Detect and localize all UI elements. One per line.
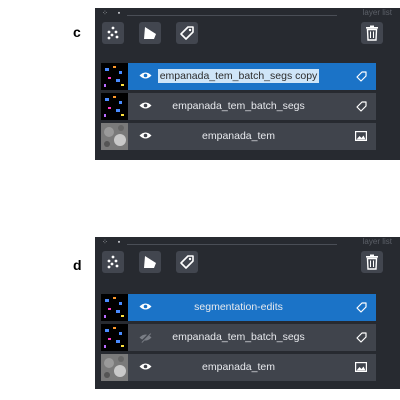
layer-row[interactable]: empanada_tem_batch_segs copy [101,63,376,90]
layer-name-field[interactable]: empanada_tem_batch_segs copy [157,69,320,83]
new-shapes-layer-button[interactable] [139,251,161,273]
layer-list-panel-c: ⁘ ▪ layer list empanada_tem_batch_segs c… [95,8,400,160]
layer-row[interactable]: empanada_tem [101,354,376,381]
new-points-layer-button[interactable] [102,22,124,44]
layer-thumbnail [101,93,128,120]
layer-name: empanada_tem_batch_segs [172,100,305,112]
delete-layer-button[interactable] [361,22,383,44]
layer-name: empanada_tem_batch_segs [172,331,305,343]
panel-divider [127,244,337,245]
new-labels-layer-button[interactable] [176,251,198,273]
layer-thumbnail [101,123,128,150]
labels-icon [180,26,194,40]
delete-icon [366,254,378,270]
new-shapes-layer-button[interactable] [139,22,161,44]
panel-header: ⁘ ▪ layer list [95,237,400,251]
points-icon [107,255,119,269]
delete-icon [366,25,378,41]
layer-row[interactable]: empanada_tem_batch_segs [101,324,376,351]
shapes-icon [144,27,156,39]
panel-letter-d: d [73,257,82,273]
layer-name: empanada_tem [202,130,275,142]
panel-title: layer list [362,237,392,246]
panel-grip-icon[interactable]: ⁘ ▪ [102,238,124,246]
panel-letter-c: c [73,24,81,40]
labels-icon [180,255,194,269]
layer-name: segmentation-edits [194,301,283,313]
label-tag-icon [356,302,367,313]
points-icon [107,26,119,40]
layer-list-panel-d: ⁘ ▪ layer list segmentation-edits empana… [95,237,400,389]
delete-layer-button[interactable] [361,251,383,273]
layer-thumbnail [101,354,128,381]
layer-row[interactable]: empanada_tem [101,123,376,150]
panel-header: ⁘ ▪ layer list [95,8,400,22]
layer-thumbnail [101,294,128,321]
layer-name: empanada_tem [202,361,275,373]
layer-thumbnail [101,63,128,90]
label-tag-icon [356,101,367,112]
panel-title: layer list [362,8,392,17]
layer-row[interactable]: segmentation-edits [101,294,376,321]
panel-divider [127,15,337,16]
image-icon [355,131,367,141]
new-labels-layer-button[interactable] [176,22,198,44]
label-tag-icon [356,332,367,343]
label-tag-icon [356,71,367,82]
layer-thumbnail [101,324,128,351]
panel-grip-icon[interactable]: ⁘ ▪ [102,9,124,17]
new-points-layer-button[interactable] [102,251,124,273]
layer-row[interactable]: empanada_tem_batch_segs [101,93,376,120]
image-icon [355,362,367,372]
shapes-icon [144,256,156,268]
